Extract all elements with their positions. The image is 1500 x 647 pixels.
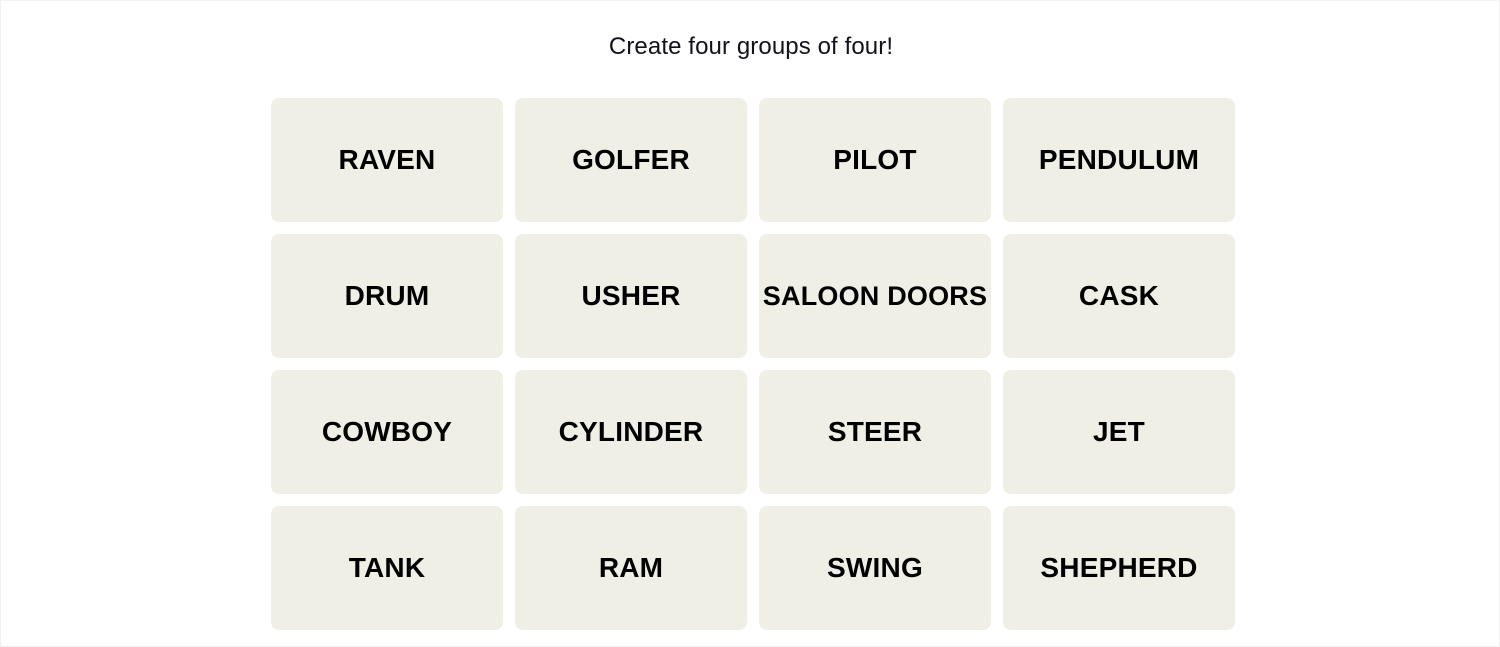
word-tile[interactable]: RAM <box>515 506 747 630</box>
word-tile-label: PENDULUM <box>1038 144 1200 175</box>
word-tile[interactable]: JET <box>1003 370 1235 494</box>
word-tile-label: RAM <box>598 552 664 583</box>
word-tile[interactable]: PENDULUM <box>1003 98 1235 222</box>
word-tile-label: CYLINDER <box>558 416 704 447</box>
word-tile-label: SHEPHERD <box>1040 552 1198 583</box>
word-tile[interactable]: DRUM <box>271 234 503 358</box>
word-tile[interactable]: SWING <box>759 506 991 630</box>
word-tile-label: GOLFER <box>572 144 690 175</box>
word-tile-label: SALOON DOORS <box>762 280 988 311</box>
word-tile-label: USHER <box>581 280 681 311</box>
word-tile[interactable]: TANK <box>271 506 503 630</box>
word-tile[interactable]: PILOT <box>759 98 991 222</box>
word-tile[interactable]: USHER <box>515 234 747 358</box>
page-container: Create four groups of four! RAVEN GOLFER P… <box>0 0 1500 647</box>
word-tile-label: RAVEN <box>338 144 436 175</box>
word-tile[interactable]: COWBOY <box>271 370 503 494</box>
word-tile-label: SWING <box>827 552 923 583</box>
word-tile-grid: RAVEN GOLFER PILOT PENDULUM DRUM USHER SALOON … <box>271 98 1235 631</box>
word-tile-label: PILOT <box>833 144 917 175</box>
word-tile-label: CASK <box>1078 280 1160 311</box>
page-title: Create four groups of four! <box>608 33 894 60</box>
word-tile[interactable]: GOLFER <box>515 98 747 222</box>
word-tile[interactable]: SHEPHERD <box>1003 506 1235 630</box>
word-tile-label: DRUM <box>344 280 430 311</box>
word-tile[interactable]: RAVEN <box>271 98 503 222</box>
puzzle-area: Create four groups of four! RAVEN GOLFER P… <box>1 1 1499 646</box>
word-tile[interactable]: STEER <box>759 370 991 494</box>
word-tile-label: COWBOY <box>321 416 453 447</box>
word-tile-label: JET <box>1093 416 1145 447</box>
word-tile[interactable]: CASK <box>1003 234 1235 358</box>
word-tile-label: TANK <box>348 552 426 583</box>
word-tile[interactable]: SALOON DOORS <box>759 234 991 358</box>
word-tile-label: STEER <box>827 416 923 447</box>
word-tile[interactable]: CYLINDER <box>515 370 747 494</box>
